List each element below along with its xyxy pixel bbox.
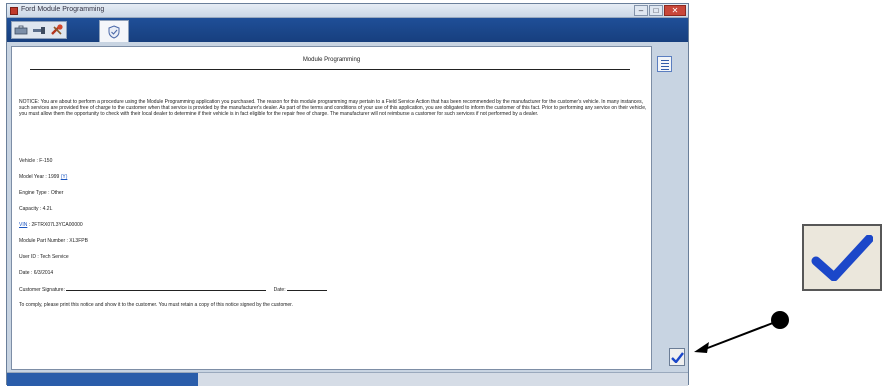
- callout-pointer: [694, 311, 789, 353]
